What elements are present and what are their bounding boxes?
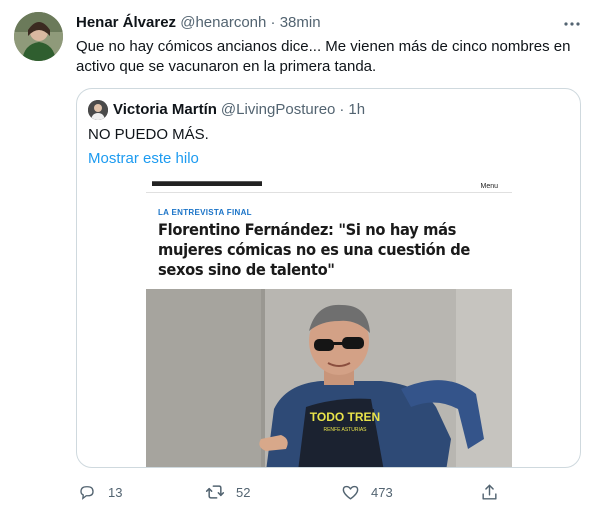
quoted-tweet-header: Victoria Martín @LivingPostureo · 1h	[88, 100, 365, 120]
more-icon[interactable]	[560, 12, 584, 36]
separator-dot: ·	[339, 101, 345, 118]
shirt-print-text: TODO TREN	[310, 410, 380, 424]
article-headline: Florentino Fernández: "Si no hay más muj…	[158, 220, 471, 279]
separator-dot: ·	[270, 14, 276, 31]
tweet-header: Henar Álvarez @henarconh · 38min	[76, 13, 550, 33]
retweet-button[interactable]: 52	[204, 478, 250, 506]
quoted-tweet[interactable]: Victoria Martín @LivingPostureo · 1h NO …	[76, 88, 581, 468]
heart-icon	[339, 481, 361, 503]
reply-button[interactable]: 13	[76, 478, 122, 506]
quoted-author-name[interactable]: Victoria Martín	[113, 100, 217, 120]
quoted-tweet-text: NO PUEDO MÁS.	[88, 126, 209, 143]
retweet-icon	[204, 481, 226, 503]
tweet-time[interactable]: 38min	[280, 14, 321, 31]
reply-count: 13	[108, 484, 123, 500]
article-menu-label: Menu	[480, 183, 498, 190]
show-thread-link[interactable]: Mostrar este hilo	[88, 149, 199, 169]
site-logo	[152, 181, 262, 186]
shirt-print-subtext: RENFE ASTURIAS	[323, 427, 367, 433]
quoted-tweet-time[interactable]: 1h	[348, 100, 365, 120]
article-kicker: LA ENTREVISTA FINAL	[158, 208, 252, 217]
quoted-author-handle[interactable]: @LivingPostureo	[221, 100, 335, 120]
author-avatar[interactable]	[14, 12, 63, 61]
retweet-count: 52	[236, 484, 251, 500]
tweet-text: Que no hay cómicos ancianos dice... Me v…	[76, 38, 571, 75]
article-nav-bar: Menu	[146, 181, 512, 193]
article-photo: TODO TREN RENFE ASTURIAS	[146, 289, 512, 467]
tweet-actions: 13 52 473	[76, 478, 506, 506]
author-name[interactable]: Henar Álvarez	[76, 14, 176, 31]
quoted-tweet-image[interactable]: Menu LA ENTREVISTA FINAL Florentino Fern…	[146, 181, 512, 467]
author-handle[interactable]: @henarconh	[180, 14, 266, 31]
like-count: 473	[371, 484, 393, 500]
like-button[interactable]: 473	[339, 478, 393, 506]
reply-icon	[76, 481, 98, 503]
share-button[interactable]	[478, 478, 500, 506]
tweet[interactable]: Henar Álvarez @henarconh · 38min Que no …	[0, 0, 590, 514]
quoted-author-avatar[interactable]	[88, 100, 108, 120]
share-icon	[478, 481, 500, 503]
